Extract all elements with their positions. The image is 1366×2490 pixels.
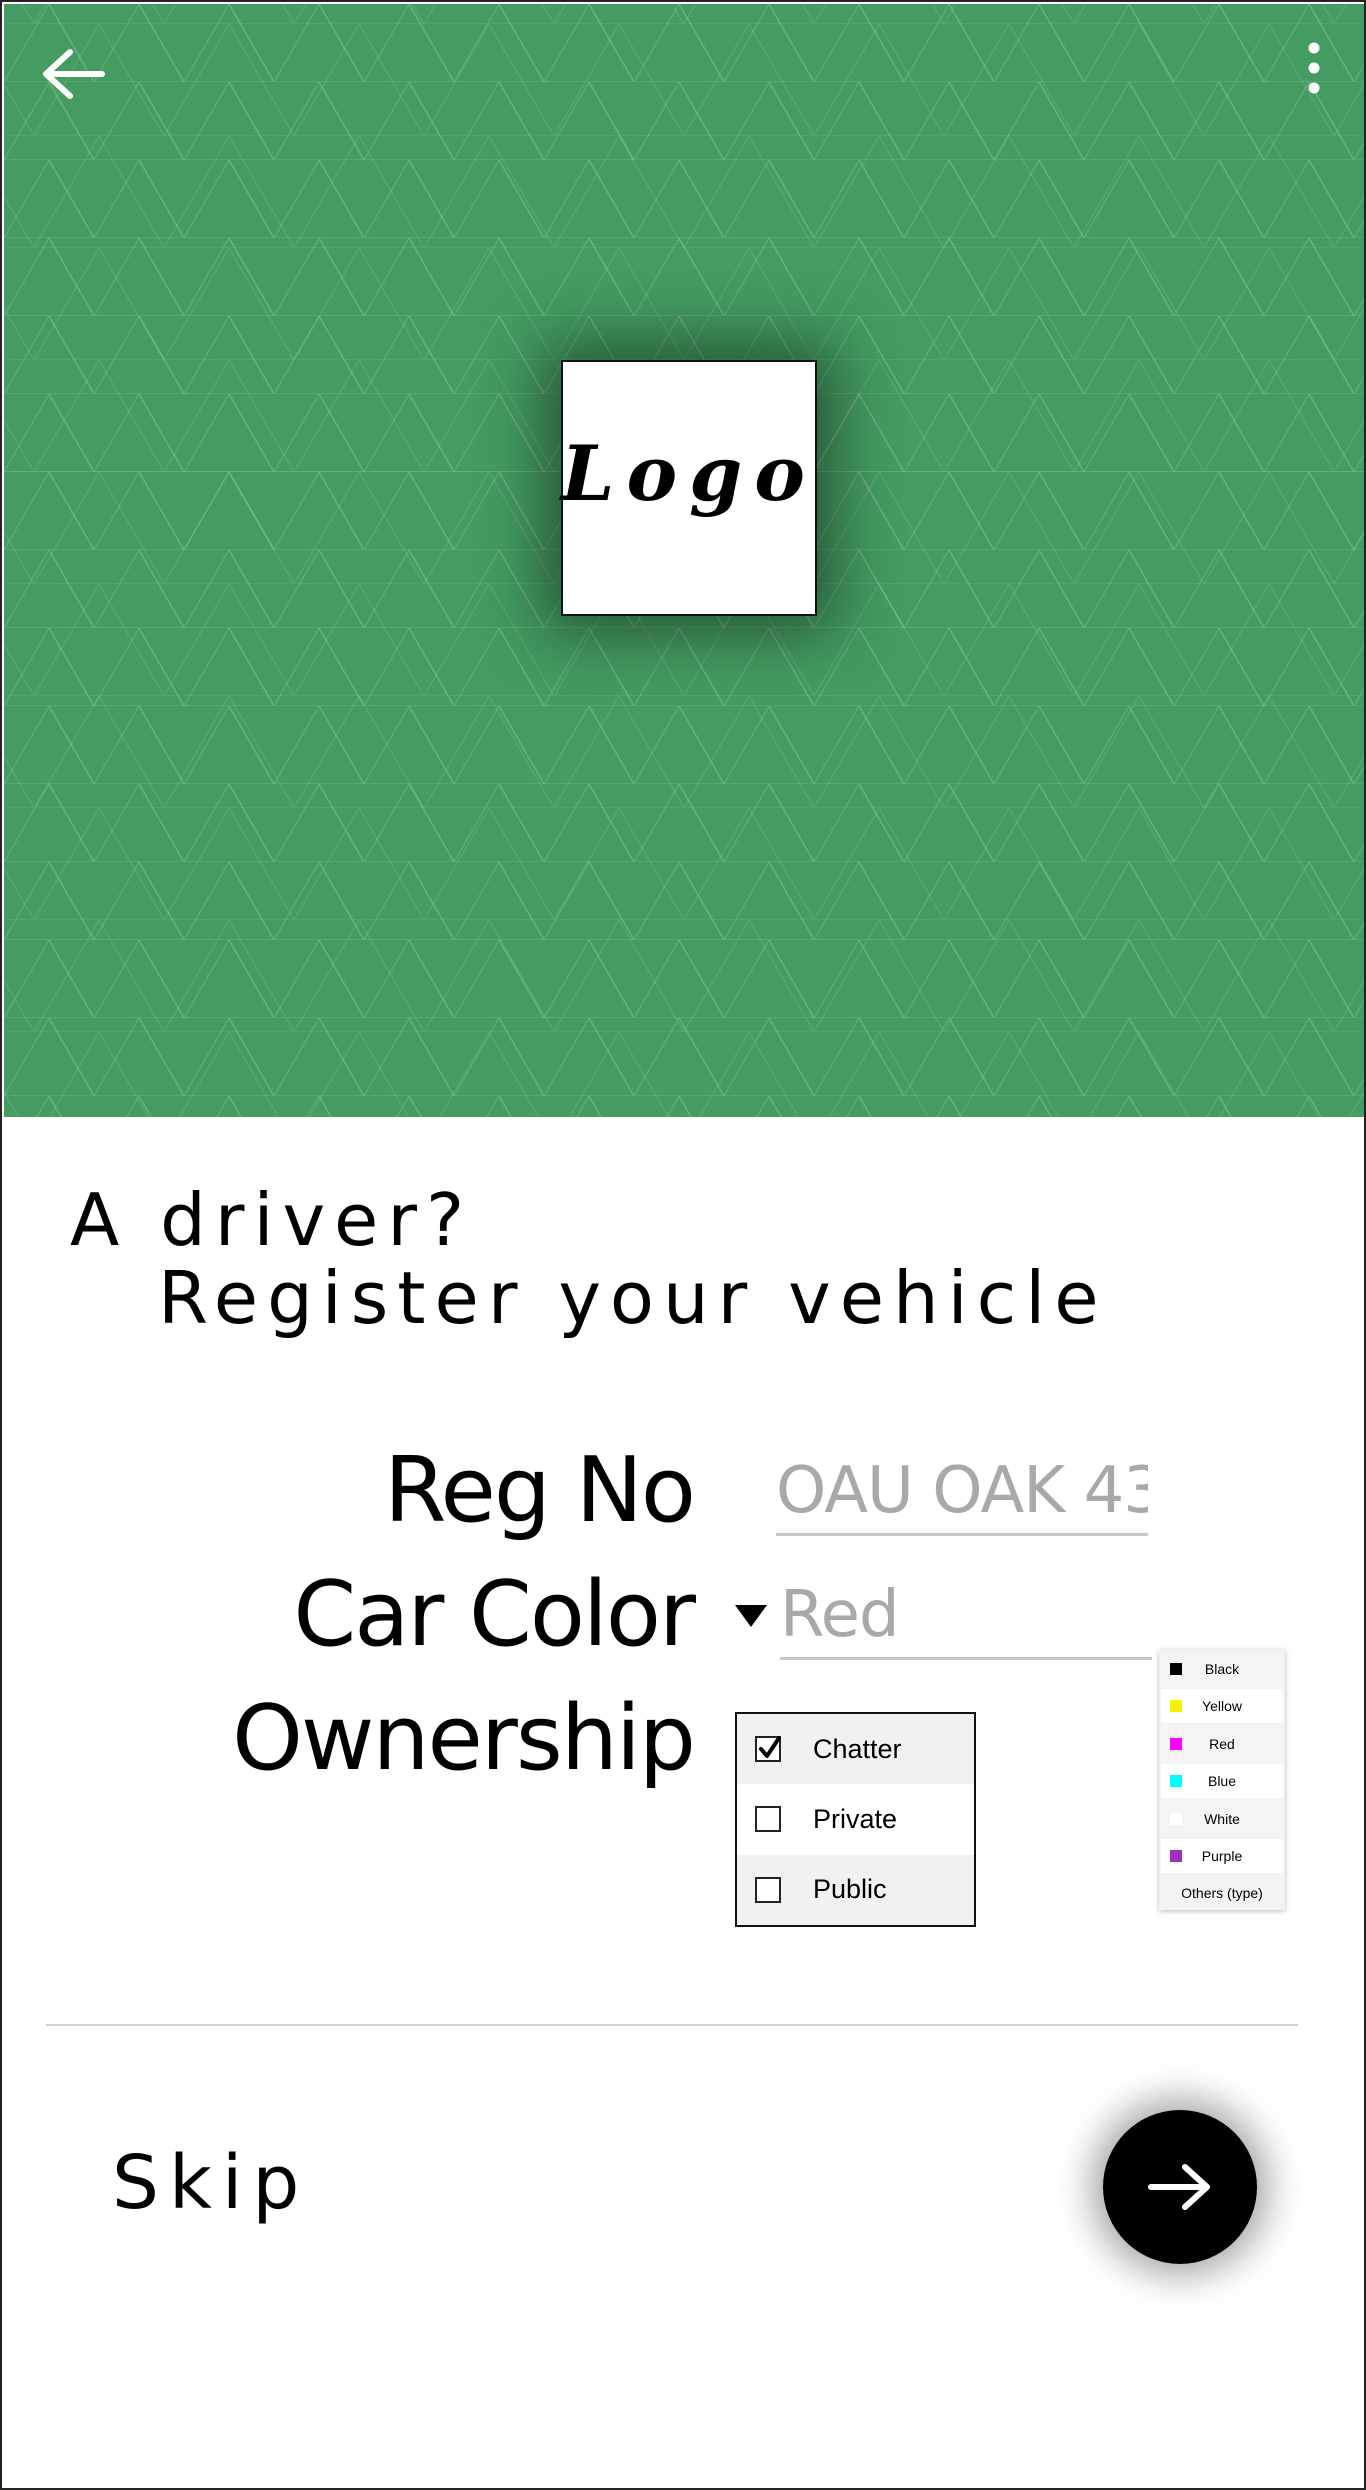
ownership-option-chatter[interactable]: Chatter [737, 1714, 974, 1785]
app-screen: Logo A driver? Register your vehicle Reg… [0, 0, 1366, 2490]
checkmark-icon [759, 1736, 781, 1759]
next-button[interactable] [1103, 2110, 1257, 2264]
color-option-label: Others (type) [1181, 1885, 1263, 1902]
ownership-option-label: Private [813, 1803, 898, 1834]
caret-down-icon[interactable] [735, 1605, 767, 1627]
more-options-button[interactable] [1294, 36, 1334, 106]
divider [46, 2024, 1298, 2026]
color-option-white[interactable]: White [1161, 1801, 1283, 1836]
arrow-right-icon [1148, 2164, 1210, 2210]
checkbox[interactable] [755, 1876, 781, 1903]
car-color-label: Car Color [293, 1562, 696, 1667]
logo: Logo [561, 360, 817, 616]
reg-no-input[interactable] [776, 1454, 1148, 1536]
ownership-label: Ownership [232, 1686, 696, 1791]
ownership-options: Chatter Private Public [735, 1712, 976, 1927]
color-option-black[interactable]: Black [1161, 1652, 1283, 1686]
color-swatch [1170, 1700, 1182, 1713]
more-vertical-icon [1308, 42, 1320, 94]
skip-button[interactable]: Skip [112, 2140, 309, 2226]
reg-no-label: Reg No [384, 1438, 696, 1543]
color-option-purple[interactable]: Purple [1161, 1838, 1283, 1873]
color-swatch [1170, 1775, 1182, 1788]
color-swatch [1170, 1663, 1182, 1675]
checkbox[interactable] [755, 1806, 781, 1833]
page-title-line2: Register your vehicle [158, 1256, 1108, 1340]
page-title-line1: A driver? [70, 1178, 474, 1262]
ownership-option-label: Public [813, 1874, 887, 1905]
color-option-blue[interactable]: Blue [1161, 1764, 1283, 1799]
arrow-left-icon [43, 49, 105, 99]
ownership-option-label: Chatter [813, 1733, 902, 1764]
color-option-yellow[interactable]: Yellow [1161, 1689, 1283, 1724]
logo-text: Logo [561, 428, 817, 518]
color-option-others[interactable]: Others (type) [1161, 1876, 1283, 1910]
color-swatch [1170, 1812, 1182, 1825]
color-option-red[interactable]: Red [1161, 1726, 1283, 1761]
ownership-option-public[interactable]: Public [737, 1854, 974, 1925]
checkbox-checked[interactable] [755, 1736, 781, 1763]
color-swatch [1170, 1849, 1182, 1862]
ownership-option-private[interactable]: Private [737, 1784, 974, 1854]
color-swatch [1170, 1737, 1182, 1750]
back-button[interactable] [40, 44, 112, 104]
header-banner: Logo [4, 4, 1364, 1117]
car-color-dropdown-list: Black Yellow Red Blue White Purple Other… [1159, 1650, 1285, 1910]
car-color-input[interactable] [780, 1578, 1152, 1660]
